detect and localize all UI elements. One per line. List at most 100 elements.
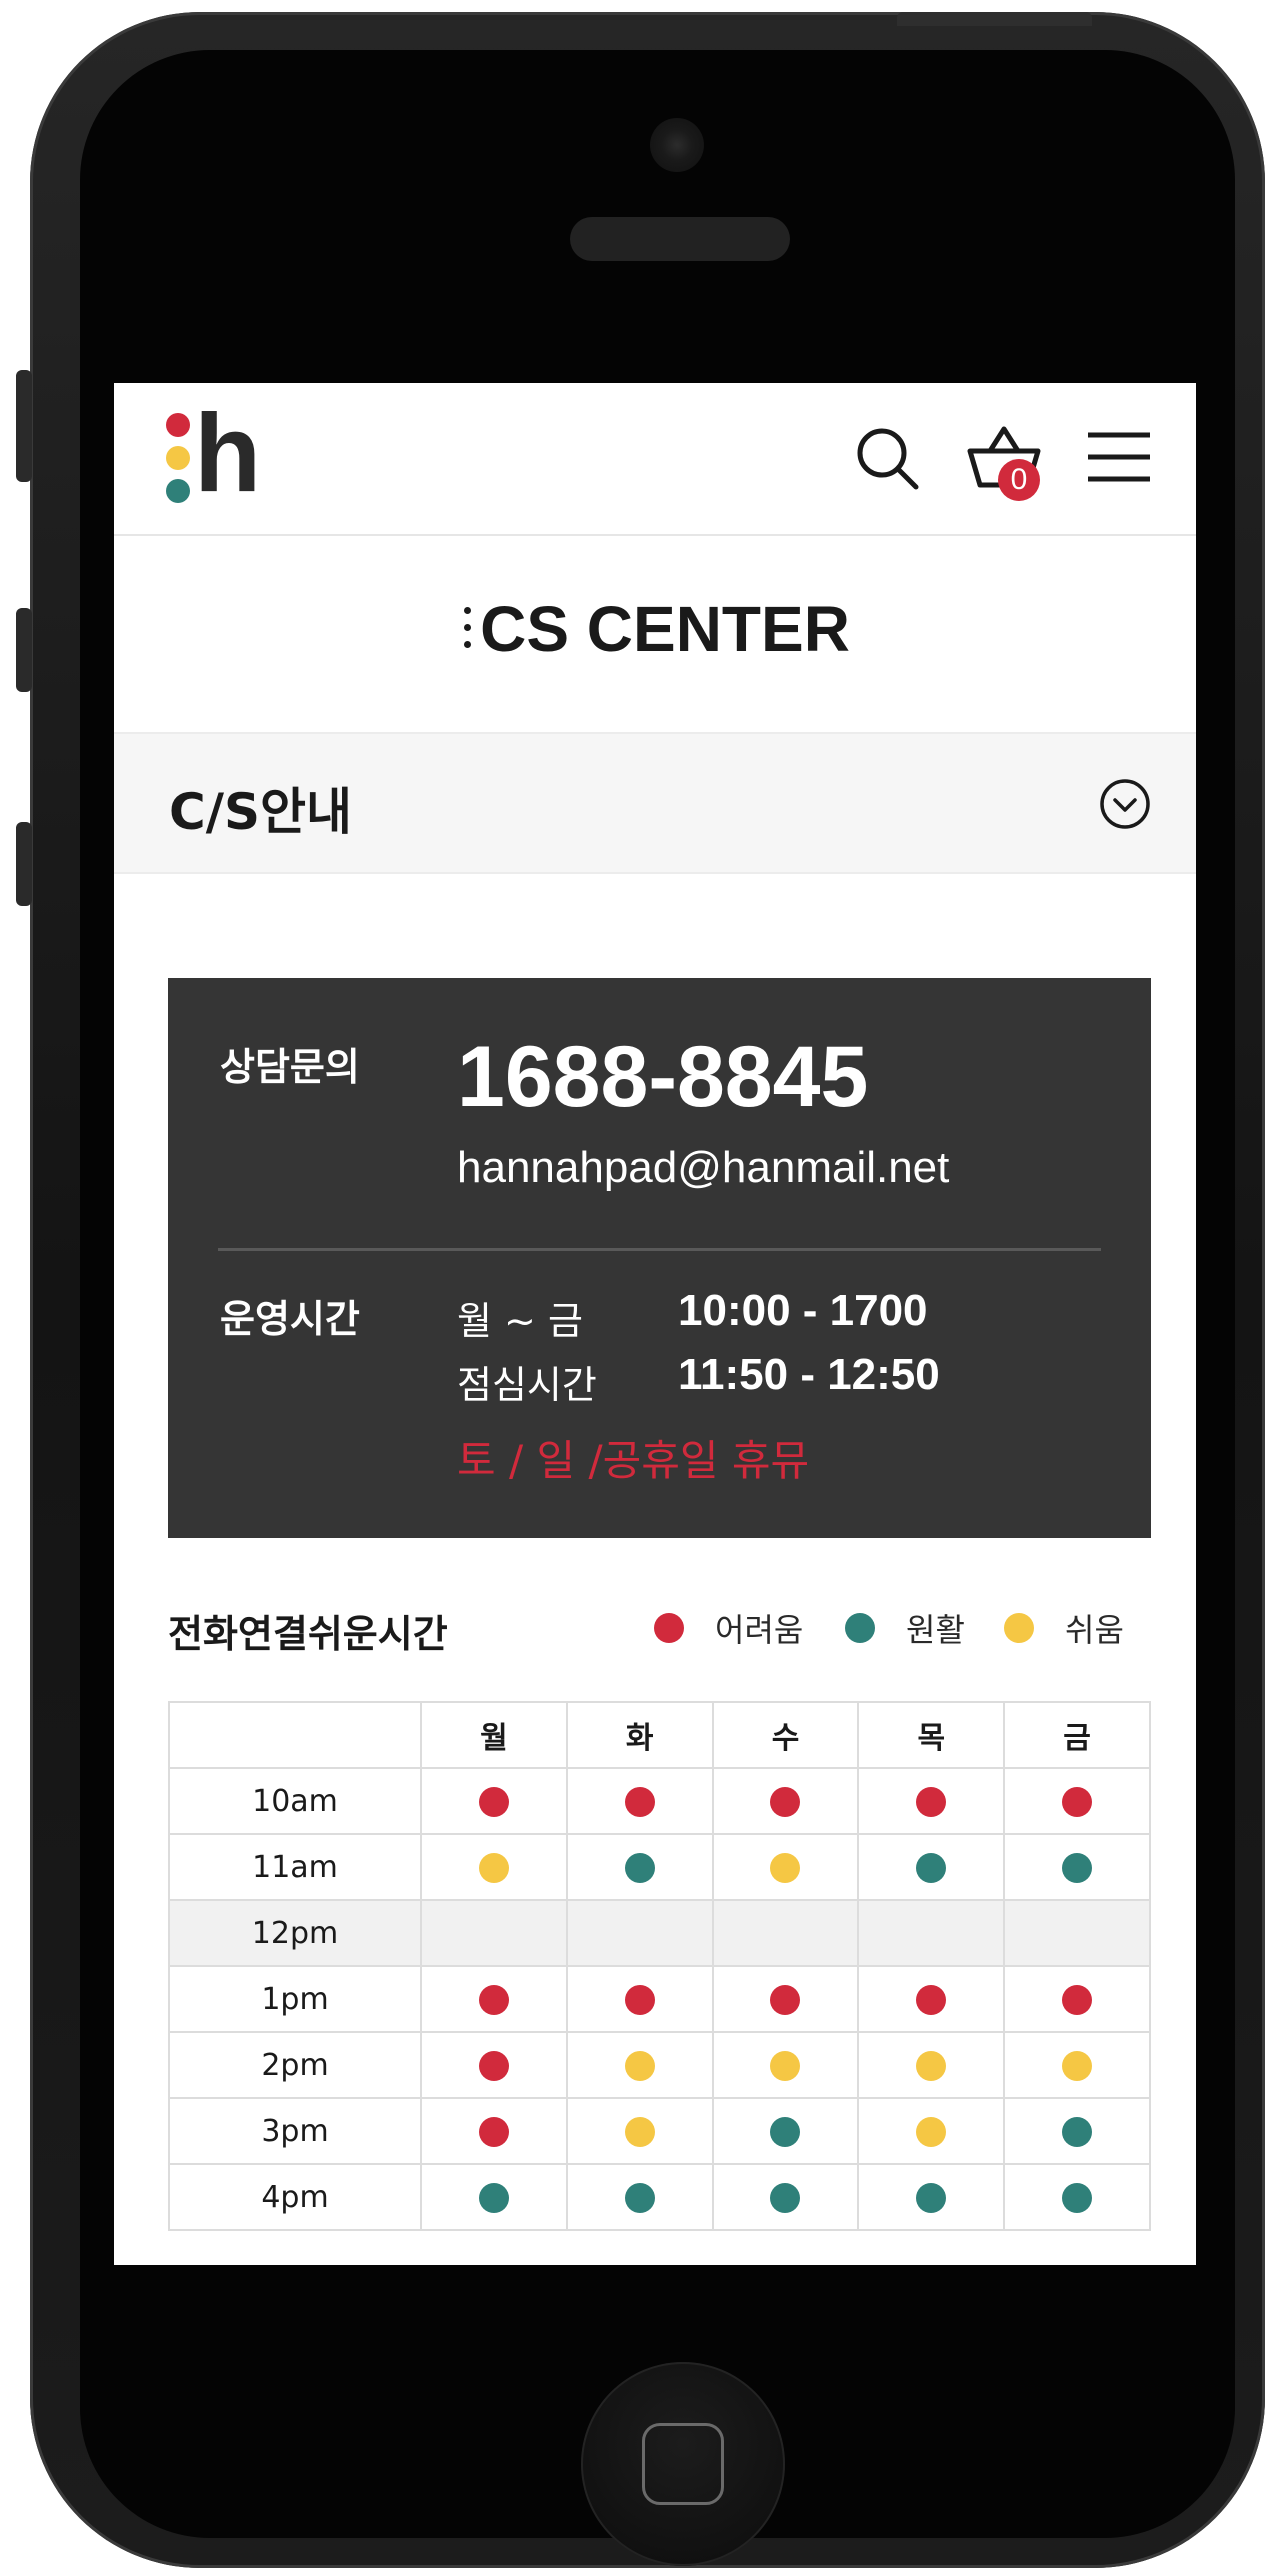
status-cell (565, 1767, 714, 1835)
time-cell: 1pm (168, 1965, 422, 2033)
power-button (897, 12, 1092, 26)
call-times-table: 월 화 수 목 금 10am 11am 12pm 1pm 2pm 3pm 4pm (168, 1701, 1151, 2231)
time-cell: 10am (168, 1767, 422, 1835)
phone-number[interactable]: 1688-8845 (457, 1028, 868, 1127)
table-header-day: 화 (565, 1701, 714, 1769)
status-dot-smooth (1062, 1853, 1093, 1883)
chevron-down-icon[interactable] (1099, 778, 1151, 830)
status-dot-easy (624, 2117, 655, 2147)
status-cell (711, 1965, 860, 2033)
status-cell (857, 1833, 1006, 1901)
table-header-row: 월 화 수 목 금 (168, 1701, 1151, 1769)
time-cell: 2pm (168, 2031, 422, 2099)
status-dot-smooth (770, 2183, 801, 2213)
logo-dot-red (166, 413, 190, 437)
hours-weekday: 월 ~ 금 (457, 1299, 583, 1343)
status-dot-smooth (478, 2183, 509, 2213)
section-dropdown[interactable]: C/S안내 (114, 732, 1196, 874)
section-title: C/S안내 (169, 783, 352, 841)
status-cell (1003, 1899, 1151, 1967)
status-cell (565, 2097, 714, 2165)
status-cell (857, 2097, 1006, 2165)
table-row: 2pm (168, 2031, 1151, 2099)
status-cell (1003, 1833, 1151, 1901)
status-cell (1003, 2163, 1151, 2231)
legend-label-smooth: 원활 (906, 1611, 965, 1649)
status-dot-hard (770, 1787, 801, 1817)
status-cell (565, 1833, 714, 1901)
hours-label: 운영시간 (220, 1297, 360, 1341)
status-cell (420, 1767, 568, 1835)
cart-count-badge: 0 (998, 459, 1040, 501)
table-header-day: 수 (711, 1701, 860, 1769)
site-logo[interactable]: h (166, 399, 276, 509)
contact-label: 상담문의 (220, 1045, 360, 1089)
status-dot-hard (478, 1787, 509, 1817)
status-dot-easy (916, 2051, 947, 2081)
contact-info-box: 상담문의 1688-8845 hannahpad@hanmail.net 운영시… (168, 978, 1151, 1538)
status-dot-hard (1062, 1985, 1093, 2015)
status-dot-hard (478, 2051, 509, 2081)
time-cell: 3pm (168, 2097, 422, 2165)
screen: h 0 CS CENTER C/S안내 상담문의 1688-8845 hanna… (114, 383, 1196, 2265)
holiday-notice: 토 / 일 /공휴일 휴뮤 (457, 1436, 810, 1485)
legend-label-easy: 쉬움 (1065, 1611, 1124, 1649)
status-cell (565, 1965, 714, 2033)
status-dot-easy (478, 1853, 509, 1883)
status-dot-hard (770, 1985, 801, 2015)
hours-weekday-time: 10:00 - 1700 (678, 1286, 928, 1335)
status-dot-easy (770, 2051, 801, 2081)
legend-dot-smooth (845, 1613, 875, 1643)
table-row: 4pm (168, 2163, 1151, 2231)
email-address[interactable]: hannahpad@hanmail.net (457, 1143, 949, 1193)
logo-letter: h (194, 392, 262, 515)
status-cell (857, 2163, 1006, 2231)
status-dot-hard (916, 1787, 947, 1817)
table-row: 3pm (168, 2097, 1151, 2165)
status-cell (711, 1899, 860, 1967)
status-dot-hard (478, 2117, 509, 2147)
title-bar: CS CENTER (114, 536, 1196, 732)
status-cell (1003, 1965, 1151, 2033)
status-cell (565, 2163, 714, 2231)
volume-down-button (16, 822, 32, 906)
status-cell (857, 1899, 1006, 1967)
status-dot-hard (624, 1787, 655, 1817)
status-dot-smooth (624, 1853, 655, 1883)
time-cell: 4pm (168, 2163, 422, 2231)
status-cell (420, 1899, 568, 1967)
status-cell (420, 1833, 568, 1901)
status-cell (711, 1767, 860, 1835)
status-cell (420, 2031, 568, 2099)
logo-dot-teal (166, 479, 190, 503)
home-button[interactable] (581, 2362, 785, 2566)
title-dots-icon (460, 603, 474, 653)
table-header-day: 월 (420, 1701, 568, 1769)
time-cell: 11am (168, 1833, 422, 1901)
status-dot-hard (1062, 1787, 1093, 1817)
status-dot-smooth (1062, 2117, 1093, 2147)
search-icon[interactable] (854, 425, 922, 493)
home-square-icon (642, 2423, 724, 2505)
status-cell (420, 2163, 568, 2231)
status-dot-hard (624, 1985, 655, 2015)
hamburger-menu-icon[interactable] (1086, 431, 1152, 483)
table-row: 11am (168, 1833, 1151, 1901)
earpiece-speaker (570, 217, 790, 261)
site-header: h 0 (114, 383, 1196, 536)
table-row: 1pm (168, 1965, 1151, 2033)
volume-up-button (16, 608, 32, 692)
legend-dot-easy (1004, 1613, 1034, 1643)
status-dot-hard (916, 1985, 947, 2015)
table-header-blank (168, 1701, 422, 1769)
status-cell (857, 2031, 1006, 2099)
logo-dot-yellow (166, 446, 190, 470)
page-title-wrap: CS CENTER (114, 592, 1196, 666)
status-cell (711, 1833, 860, 1901)
status-cell (711, 2163, 860, 2231)
status-dot-smooth (916, 1853, 947, 1883)
page-title: CS CENTER (480, 593, 850, 665)
info-divider (218, 1248, 1101, 1251)
table-row: 10am (168, 1767, 1151, 1835)
status-cell (565, 2031, 714, 2099)
